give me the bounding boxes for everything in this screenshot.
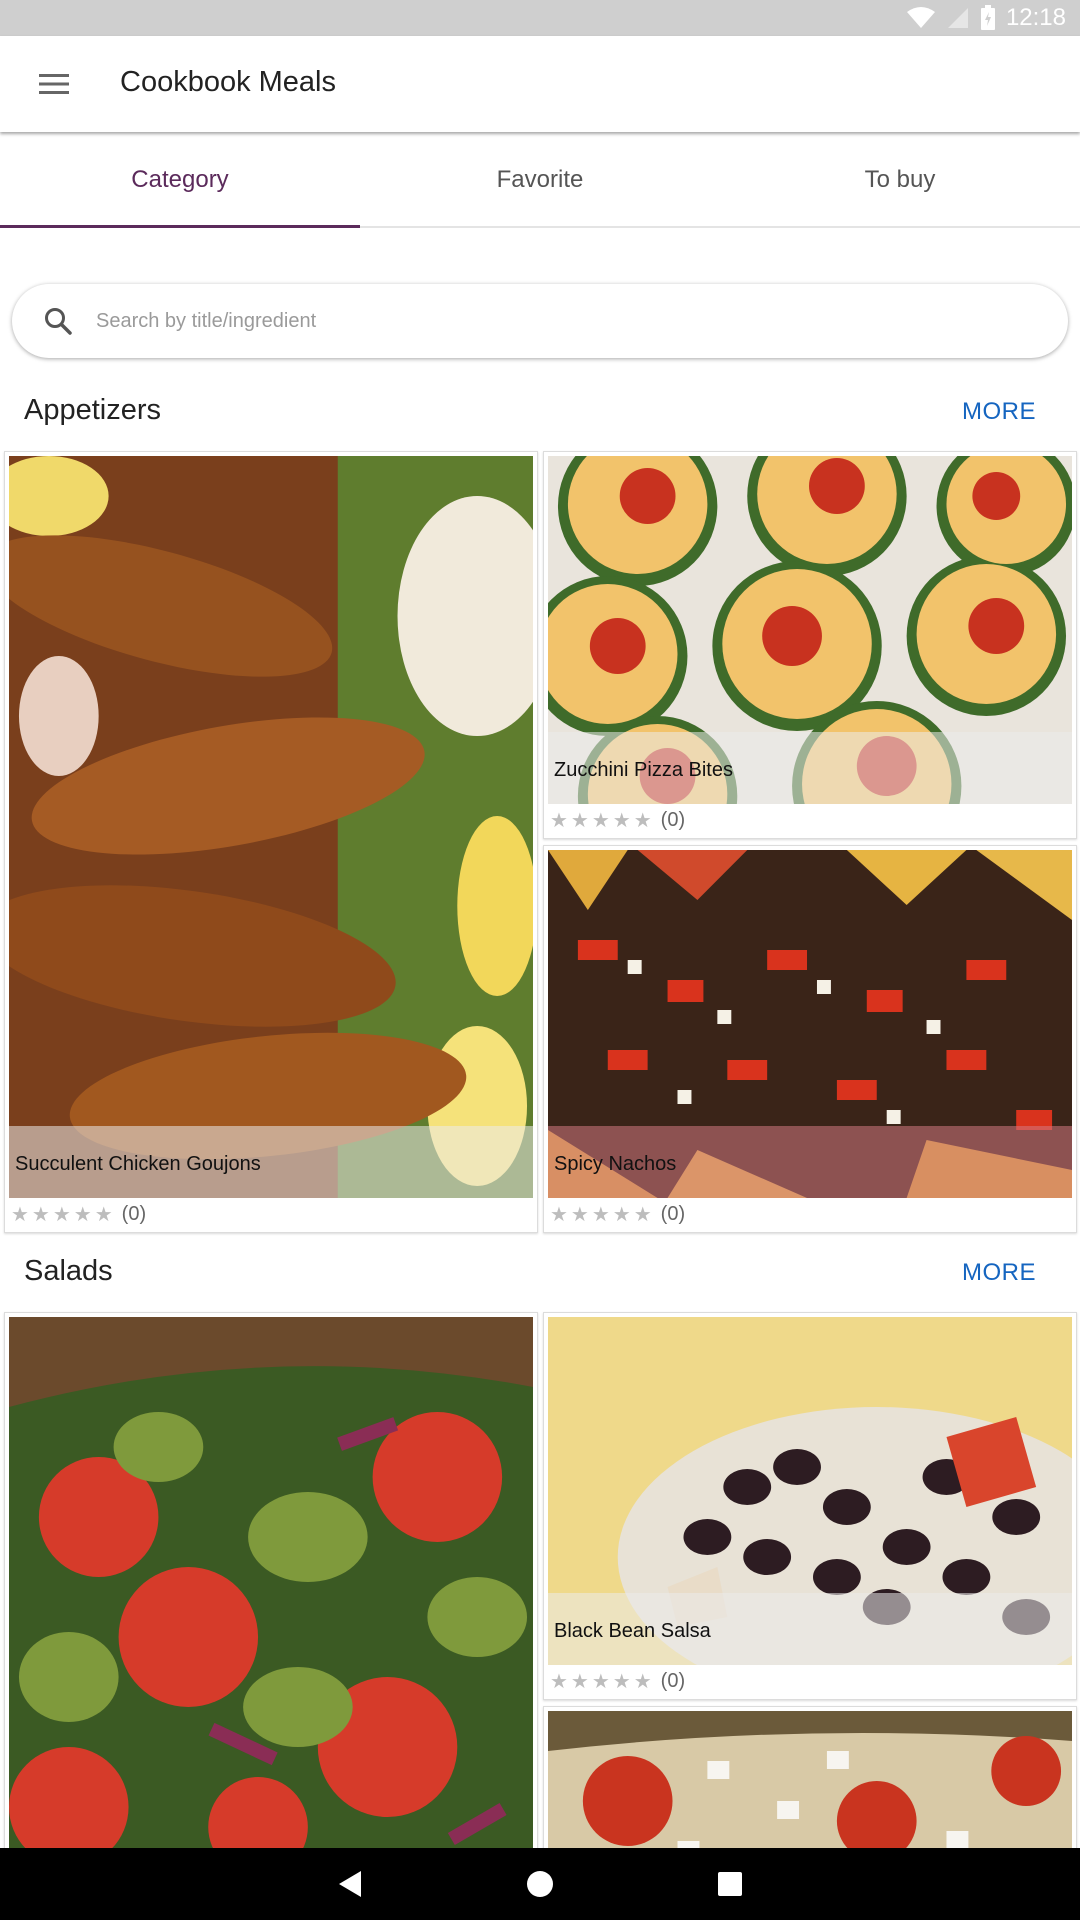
rating-count: (0) (121, 1202, 147, 1225)
back-triangle-icon (339, 1871, 361, 1897)
rating-count: (0) (660, 808, 686, 831)
recipe-rating: ★★★★★ (0) (550, 806, 685, 834)
more-button[interactable]: MORE (962, 398, 1036, 426)
recipe-card[interactable]: Black Bean Salsa ★★★★★ (0) (543, 1312, 1077, 1700)
recipe-card[interactable]: Spicy Nachos ★★★★★ (0) (543, 845, 1077, 1233)
tab-to-buy[interactable]: To buy (720, 134, 1080, 226)
recipe-image (9, 1317, 533, 1873)
status-time: 12:18 (1005, 4, 1066, 31)
recipe-title: Spicy Nachos (554, 1153, 677, 1175)
tab-bar: Category Favorite To buy (0, 134, 1080, 228)
recipe-card[interactable] (4, 1312, 538, 1873)
home-button[interactable] (520, 1864, 560, 1904)
recipe-rating: ★★★★★ (0) (11, 1200, 146, 1228)
status-bar: 12:18 (0, 0, 1080, 36)
battery-icon (980, 5, 995, 30)
recipe-image: Succulent Chicken Goujons (9, 456, 533, 1198)
rating-count: (0) (660, 1202, 686, 1225)
home-circle-icon (527, 1871, 553, 1897)
rating-stars: ★★★★★ (550, 809, 655, 832)
menu-button[interactable] (26, 60, 82, 108)
recipe-title: Black Bean Salsa (554, 1620, 711, 1642)
recipe-rating: ★★★★★ (0) (550, 1667, 685, 1695)
tab-category[interactable]: Category (0, 134, 360, 228)
rating-count: (0) (660, 1669, 686, 1692)
section-title: Salads (24, 1255, 113, 1287)
search-icon[interactable] (42, 305, 74, 337)
hamburger-menu-icon (39, 74, 69, 94)
recipe-image: Black Bean Salsa (548, 1317, 1072, 1665)
rating-stars: ★★★★★ (550, 1670, 655, 1693)
app-title: Cookbook Meals (120, 66, 336, 98)
search-bar[interactable] (12, 284, 1068, 358)
recipe-card[interactable]: Zucchini Pizza Bites ★★★★★ (0) (543, 451, 1077, 839)
rating-stars: ★★★★★ (11, 1203, 116, 1226)
more-button[interactable]: MORE (962, 1259, 1036, 1287)
section-title: Appetizers (24, 394, 162, 426)
section-header-appetizers: Appetizers MORE (0, 382, 1080, 442)
recipe-title: Succulent Chicken Goujons (15, 1153, 261, 1175)
rating-stars: ★★★★★ (550, 1203, 655, 1226)
section-header-salads: Salads MORE (0, 1243, 1080, 1303)
wifi-icon (906, 7, 935, 28)
search-input[interactable] (96, 309, 996, 333)
status-icons: 12:18 (906, 0, 1066, 36)
system-nav-bar (0, 1848, 1080, 1920)
app-bar: Cookbook Meals (0, 36, 1080, 132)
signal-icon (947, 8, 968, 28)
recents-button[interactable] (710, 1864, 750, 1904)
recipe-image: Zucchini Pizza Bites (548, 456, 1072, 804)
recipe-rating: ★★★★★ (0) (550, 1200, 685, 1228)
back-button[interactable] (330, 1864, 370, 1904)
tab-favorite[interactable]: Favorite (360, 134, 720, 226)
recipe-image: Spicy Nachos (548, 850, 1072, 1198)
recipe-title: Zucchini Pizza Bites (554, 759, 733, 781)
recipe-card[interactable]: Succulent Chicken Goujons ★★★★★ (0) (4, 451, 538, 1233)
recents-square-icon (718, 1872, 742, 1896)
